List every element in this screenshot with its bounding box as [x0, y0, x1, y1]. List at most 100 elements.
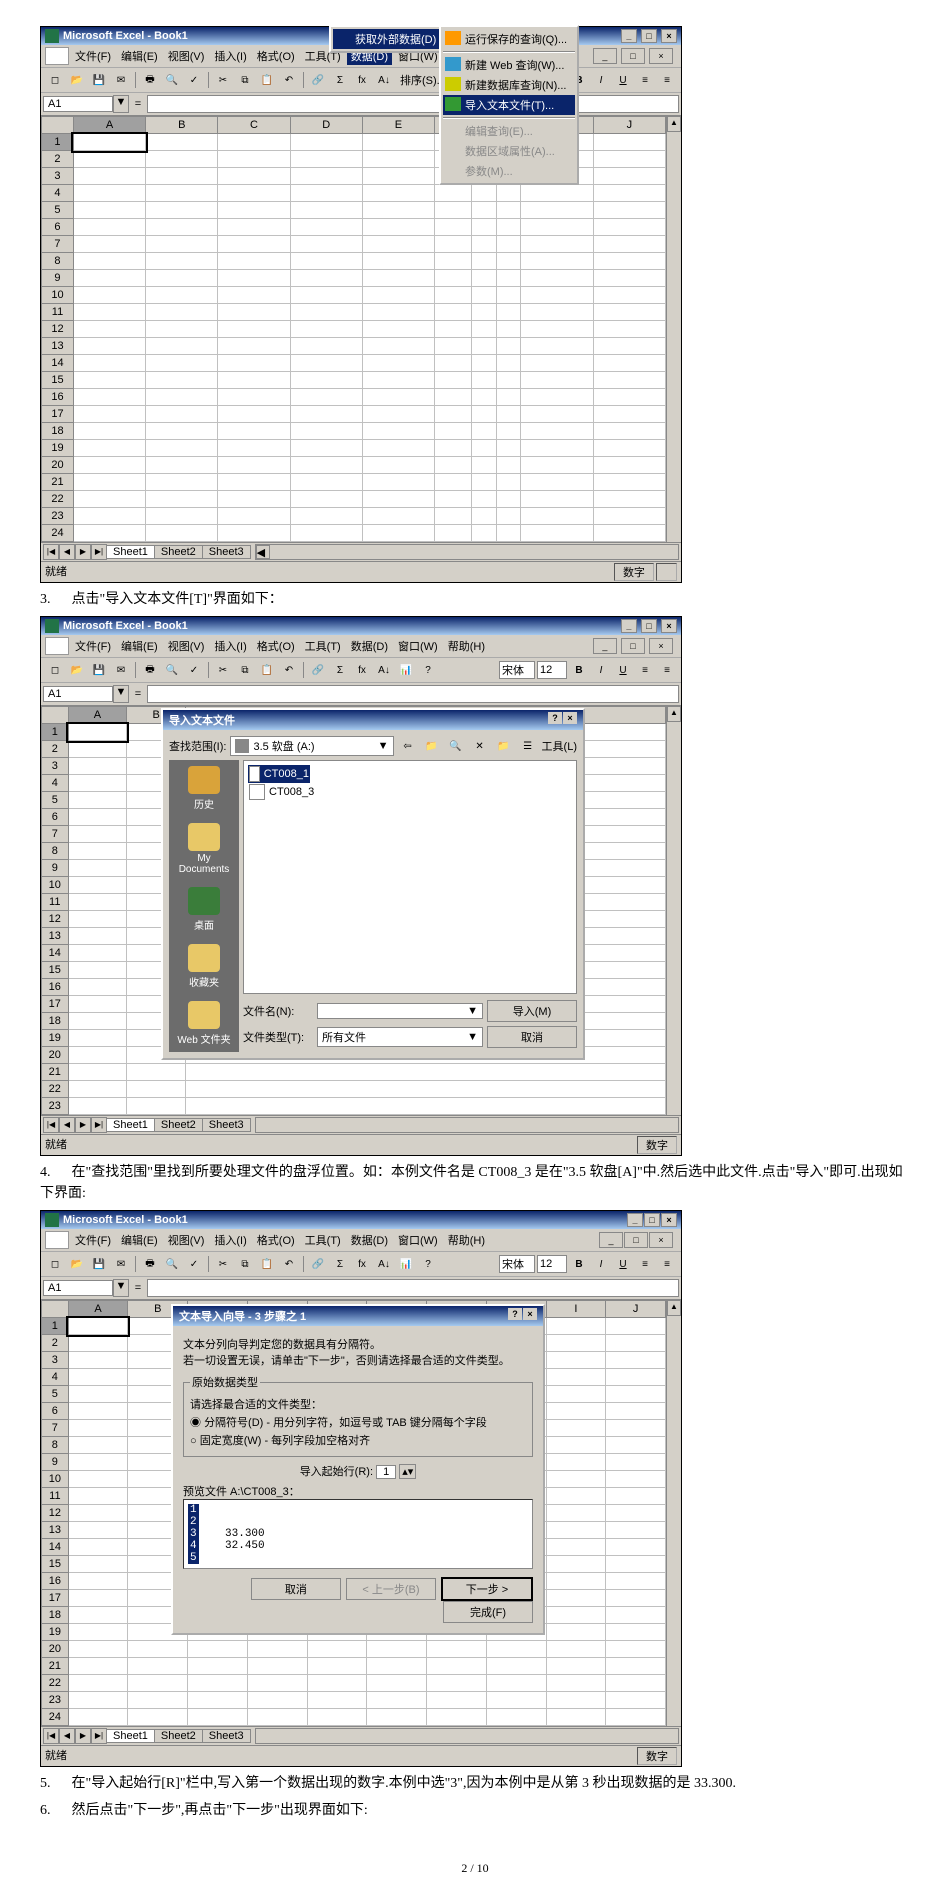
wizard-finish-button[interactable]: 完成(F)	[443, 1601, 533, 1623]
spell-icon[interactable]: ✓	[184, 1254, 204, 1274]
cell[interactable]	[471, 338, 496, 355]
italic-icon[interactable]: I	[591, 660, 611, 680]
cell[interactable]	[362, 168, 434, 185]
cell[interactable]	[593, 304, 665, 321]
menu-file[interactable]: 文件(F)	[71, 637, 115, 655]
cell[interactable]	[307, 1641, 367, 1658]
row-header[interactable]: 23	[42, 508, 74, 525]
views-icon[interactable]: ☰	[518, 736, 538, 756]
sum-icon[interactable]: 🔗	[308, 70, 328, 90]
cell[interactable]	[521, 491, 593, 508]
cell[interactable]	[68, 741, 127, 758]
cell[interactable]	[68, 1420, 128, 1437]
minimize-icon[interactable]: _	[621, 29, 637, 43]
col-header[interactable]: I	[546, 1301, 606, 1318]
cell[interactable]	[68, 1081, 127, 1098]
cell[interactable]	[73, 525, 145, 542]
row-header[interactable]: 8	[42, 253, 74, 270]
cell[interactable]	[471, 457, 496, 474]
col-header[interactable]: A	[68, 1301, 128, 1318]
row-header[interactable]: 3	[42, 1352, 69, 1369]
font-name-select[interactable]: 宋体	[499, 1255, 535, 1273]
cell[interactable]	[593, 270, 665, 287]
cell[interactable]	[247, 1692, 307, 1709]
cell[interactable]	[521, 321, 593, 338]
row-header[interactable]: 22	[42, 1081, 69, 1098]
doc-minimize-icon[interactable]: _	[599, 1232, 623, 1248]
cell[interactable]	[146, 202, 218, 219]
maximize-icon[interactable]: □	[641, 29, 657, 43]
cell[interactable]	[521, 525, 593, 542]
cell[interactable]	[218, 525, 290, 542]
cell[interactable]	[496, 491, 521, 508]
select-all-corner[interactable]	[42, 117, 74, 134]
cell[interactable]	[146, 304, 218, 321]
cell[interactable]	[73, 304, 145, 321]
row-header[interactable]: 14	[42, 355, 74, 372]
cell[interactable]	[496, 372, 521, 389]
row-header[interactable]: 11	[42, 894, 69, 911]
cell[interactable]	[521, 287, 593, 304]
cell[interactable]	[606, 1454, 666, 1471]
cell[interactable]	[68, 1675, 128, 1692]
cell[interactable]	[496, 338, 521, 355]
col-header[interactable]: C	[218, 117, 290, 134]
cell[interactable]	[68, 1488, 128, 1505]
print-icon[interactable]: 🖶	[140, 70, 160, 90]
cell[interactable]	[606, 1386, 666, 1403]
cell[interactable]	[188, 1658, 248, 1675]
chevron-down-icon[interactable]: ▼	[467, 1031, 478, 1043]
cell[interactable]	[68, 826, 127, 843]
tools-label[interactable]: 工具(L)	[542, 738, 577, 754]
sheet-tab[interactable]: Sheet3	[202, 545, 251, 559]
cell[interactable]	[606, 1556, 666, 1573]
cell[interactable]	[521, 202, 593, 219]
new-folder-icon[interactable]: 📁	[494, 736, 514, 756]
align-left-icon[interactable]: ≡	[635, 660, 655, 680]
cell[interactable]	[73, 338, 145, 355]
cell[interactable]	[73, 253, 145, 270]
cell[interactable]	[362, 219, 434, 236]
cell[interactable]	[146, 168, 218, 185]
sheet-tab[interactable]: Sheet1	[106, 1118, 155, 1132]
row-header[interactable]: 23	[42, 1692, 69, 1709]
cell[interactable]	[546, 1437, 606, 1454]
sheet-tab[interactable]: Sheet3	[202, 1118, 251, 1132]
cell[interactable]	[593, 151, 665, 168]
vertical-scrollbar[interactable]: ▲	[666, 1300, 681, 1726]
name-box[interactable]: A1	[43, 1280, 113, 1296]
undo-icon[interactable]: ↶	[279, 1254, 299, 1274]
cell[interactable]	[68, 1318, 128, 1335]
row-header[interactable]: 16	[42, 389, 74, 406]
cell[interactable]	[290, 304, 362, 321]
cell[interactable]	[521, 338, 593, 355]
cell[interactable]	[218, 474, 290, 491]
cell[interactable]	[593, 508, 665, 525]
cell[interactable]	[290, 525, 362, 542]
tab-nav-prev-icon[interactable]: ◀	[59, 1728, 75, 1744]
cell[interactable]	[471, 202, 496, 219]
sort-asc-icon[interactable]: A↓	[374, 660, 394, 680]
cell[interactable]	[73, 321, 145, 338]
row-header[interactable]: 18	[42, 1607, 69, 1624]
cell[interactable]	[521, 423, 593, 440]
row-header[interactable]: 11	[42, 1488, 69, 1505]
cell[interactable]	[435, 355, 472, 372]
cell[interactable]	[146, 389, 218, 406]
cell[interactable]	[290, 508, 362, 525]
cell[interactable]	[427, 1692, 487, 1709]
cell[interactable]	[73, 355, 145, 372]
cell[interactable]	[73, 202, 145, 219]
cut-icon[interactable]: ✂	[213, 660, 233, 680]
chevron-down-icon[interactable]: ▼	[378, 740, 389, 752]
cell[interactable]	[521, 219, 593, 236]
cell[interactable]	[362, 406, 434, 423]
align-center-icon[interactable]: ≡	[657, 70, 677, 90]
name-box[interactable]: A1	[43, 96, 113, 112]
cell[interactable]	[593, 406, 665, 423]
cell[interactable]	[496, 236, 521, 253]
cell[interactable]	[496, 304, 521, 321]
cell[interactable]	[218, 355, 290, 372]
cell[interactable]	[496, 202, 521, 219]
open-icon[interactable]: 📂	[67, 660, 87, 680]
